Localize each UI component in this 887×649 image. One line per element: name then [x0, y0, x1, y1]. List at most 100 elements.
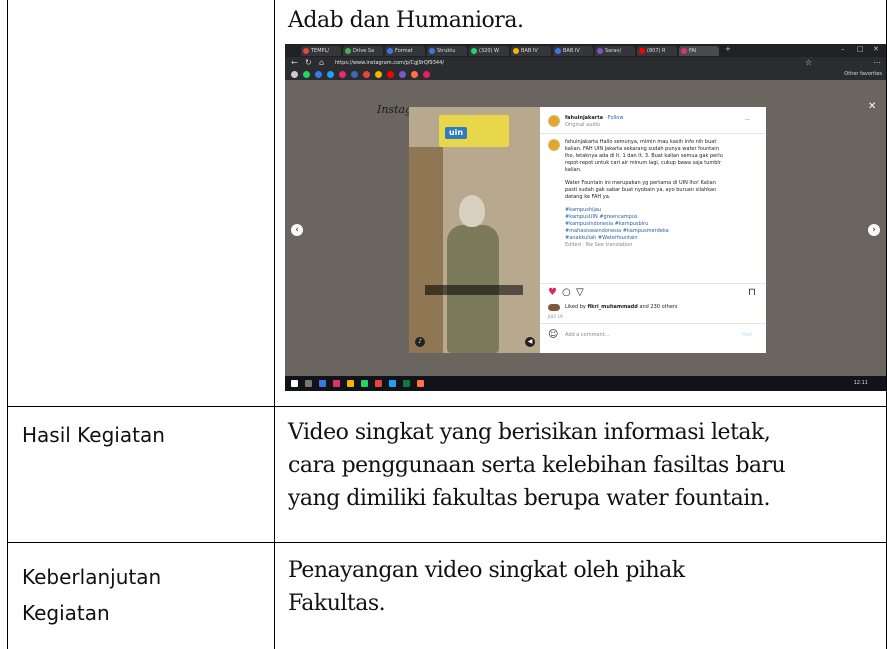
- text-line: Fakultas.: [288, 591, 386, 616]
- bookmark-icon[interactable]: [339, 71, 346, 78]
- post-side-panel: fahuinjakarta · Follow Original audio ··…: [540, 107, 766, 353]
- bookmark-icon[interactable]: [375, 71, 382, 78]
- table-left-border: [7, 0, 8, 649]
- video-subtitle: [425, 285, 523, 295]
- comment-icon[interactable]: ○: [562, 288, 571, 298]
- bookmark-icon[interactable]: [387, 71, 394, 78]
- comment-input[interactable]: Add a comment...: [565, 332, 609, 339]
- taskbar-app-icon[interactable]: [389, 380, 396, 387]
- caption-line: Water Fountain ini merupakan yg pertama …: [565, 180, 716, 186]
- bookmark-icon[interactable]: [399, 71, 406, 78]
- reload-icon[interactable]: ↻: [305, 58, 312, 68]
- browser-tab[interactable]: Struktu: [427, 46, 467, 56]
- taskbar-app-icon[interactable]: [333, 380, 340, 387]
- more-options-icon[interactable]: ···: [745, 117, 750, 124]
- caption-line: kalian.: [565, 167, 582, 173]
- save-icon[interactable]: ⊓: [748, 288, 756, 298]
- browser-tab[interactable]: (320) W: [469, 46, 509, 56]
- edited-note[interactable]: Edited · 8w See translation: [565, 242, 761, 249]
- next-arrow-icon[interactable]: ›: [868, 224, 880, 236]
- search-icon[interactable]: [305, 380, 312, 387]
- profile-avatar[interactable]: [548, 115, 560, 127]
- label-hasil-kegiatan: Hasil Kegiatan: [22, 423, 165, 447]
- mute-icon[interactable]: ◀: [525, 337, 535, 347]
- bookmark-icon[interactable]: [303, 71, 310, 78]
- audio-icon[interactable]: ♪: [415, 337, 425, 347]
- table-row-divider-2: [7, 542, 887, 543]
- label-keberlanjutan-kegiatan: Keberlanjutan Kegiatan: [22, 562, 161, 628]
- divider: [540, 283, 766, 284]
- windows-start-icon[interactable]: [291, 380, 298, 387]
- home-icon[interactable]: ⌂: [319, 58, 324, 68]
- bookmark-icon[interactable]: [291, 71, 298, 78]
- minimize-icon[interactable]: –: [841, 45, 845, 53]
- browser-tab[interactable]: TEMPL/: [301, 46, 341, 56]
- bookmark-icon[interactable]: [327, 71, 334, 78]
- browser-tab[interactable]: BAB IV: [553, 46, 593, 56]
- hashtag[interactable]: #mahasiswaindonesia #kampusmerdeka: [565, 228, 761, 235]
- text-line: cara penggunaan serta kelebihan fasiltas…: [288, 453, 786, 478]
- bookmark-icon[interactable]: [351, 71, 358, 78]
- new-tab-icon[interactable]: +: [725, 45, 731, 53]
- browser-tab[interactable]: (807) R: [637, 46, 677, 56]
- bookmark-icon[interactable]: [423, 71, 430, 78]
- extensions-icon[interactable]: ☆: [805, 58, 812, 68]
- caption-line: pasti sudah gak sabar buat nyobain ya, a…: [565, 187, 717, 193]
- hashtag[interactable]: #anakkuliah #Waterfountain: [565, 235, 761, 242]
- hashtag[interactable]: #kampusUIN #greencampus: [565, 214, 761, 221]
- table-column-divider: [274, 0, 275, 649]
- close-modal-icon[interactable]: ✕: [868, 101, 876, 112]
- browser-tab[interactable]: Drive Sa: [343, 46, 383, 56]
- menu-icon[interactable]: ⋯: [873, 58, 881, 68]
- post-username[interactable]: fahuinjakarta: [565, 115, 603, 121]
- browser-tab[interactable]: BAB IV: [511, 46, 551, 56]
- caption-text: fahuinjakarta Hallo semunya, mimin mau k…: [565, 139, 761, 249]
- previous-arrow-icon[interactable]: ‹: [291, 224, 303, 236]
- taskbar-app-icon[interactable]: [319, 380, 326, 387]
- divider: [540, 133, 766, 134]
- embedded-browser-screenshot: TEMPL/ Drive Sa Format Struktu (320) W B…: [285, 44, 886, 391]
- like-icon[interactable]: ♥: [548, 288, 557, 298]
- browser-tab[interactable]: Saran/: [595, 46, 635, 56]
- taskbar-app-icon[interactable]: [417, 380, 424, 387]
- browser-tab-active[interactable]: FAI: [679, 46, 719, 56]
- emoji-icon[interactable]: ☺: [548, 330, 558, 340]
- taskbar-app-icon[interactable]: [403, 380, 410, 387]
- hashtag[interactable]: #kampushijau: [565, 207, 761, 214]
- maximize-icon[interactable]: □: [857, 45, 864, 53]
- post-comment-button[interactable]: Post: [742, 332, 752, 339]
- taskbar-clock[interactable]: 12:11: [854, 380, 868, 386]
- liked-by-prefix: Liked by: [565, 304, 586, 310]
- follow-button[interactable]: Follow: [608, 115, 624, 121]
- label-line: Kegiatan: [22, 601, 110, 625]
- post-username-line[interactable]: fahuinjakarta · Follow: [565, 115, 623, 122]
- caption-line: datang ke FAH ya.: [565, 194, 611, 200]
- original-audio[interactable]: Original audio: [565, 122, 600, 129]
- taskbar-app-icon[interactable]: [347, 380, 354, 387]
- bookmark-icon[interactable]: [315, 71, 322, 78]
- caption-line: kalian. FAH UIN Jakarta sekarang sudah p…: [565, 146, 719, 152]
- windows-taskbar: 12:11: [285, 376, 886, 391]
- bookmark-icon[interactable]: [363, 71, 370, 78]
- browser-tab[interactable]: Format: [385, 46, 425, 56]
- hasil-kegiatan-text: Video singkat yang berisikan informasi l…: [288, 416, 786, 515]
- hashtag[interactable]: #kampusIndonesia #kampusbiru: [565, 221, 761, 228]
- liker-avatars: [548, 304, 560, 311]
- share-icon[interactable]: ▽: [576, 288, 584, 298]
- url-field[interactable]: https://www.instagram.com/p/CgJ9rQf9344/: [335, 59, 695, 67]
- caption-avatar[interactable]: [548, 139, 560, 151]
- back-icon[interactable]: ←: [291, 58, 298, 68]
- keberlanjutan-text: Penayangan video singkat oleh pihak Faku…: [288, 554, 685, 620]
- other-favorites[interactable]: Other favorites: [844, 71, 882, 77]
- browser-tab-bar: TEMPL/ Drive Sa Format Struktu (320) W B…: [285, 44, 886, 57]
- liked-by-suffix[interactable]: and 230 others: [639, 304, 677, 310]
- close-window-icon[interactable]: ✕: [873, 45, 879, 53]
- liked-by[interactable]: Liked by fikri_muhammadd and 230 others: [565, 304, 678, 311]
- text-line: Video singkat yang berisikan informasi l…: [288, 420, 771, 445]
- bookmark-icon[interactable]: [411, 71, 418, 78]
- reel-video[interactable]: uin ♪ ◀: [409, 107, 540, 353]
- liked-by-user[interactable]: fikri_muhammadd: [587, 304, 637, 310]
- taskbar-app-icon[interactable]: [361, 380, 368, 387]
- caption-line: repot-repot untuk cari air minum lagi, c…: [565, 160, 721, 166]
- taskbar-app-icon[interactable]: [375, 380, 382, 387]
